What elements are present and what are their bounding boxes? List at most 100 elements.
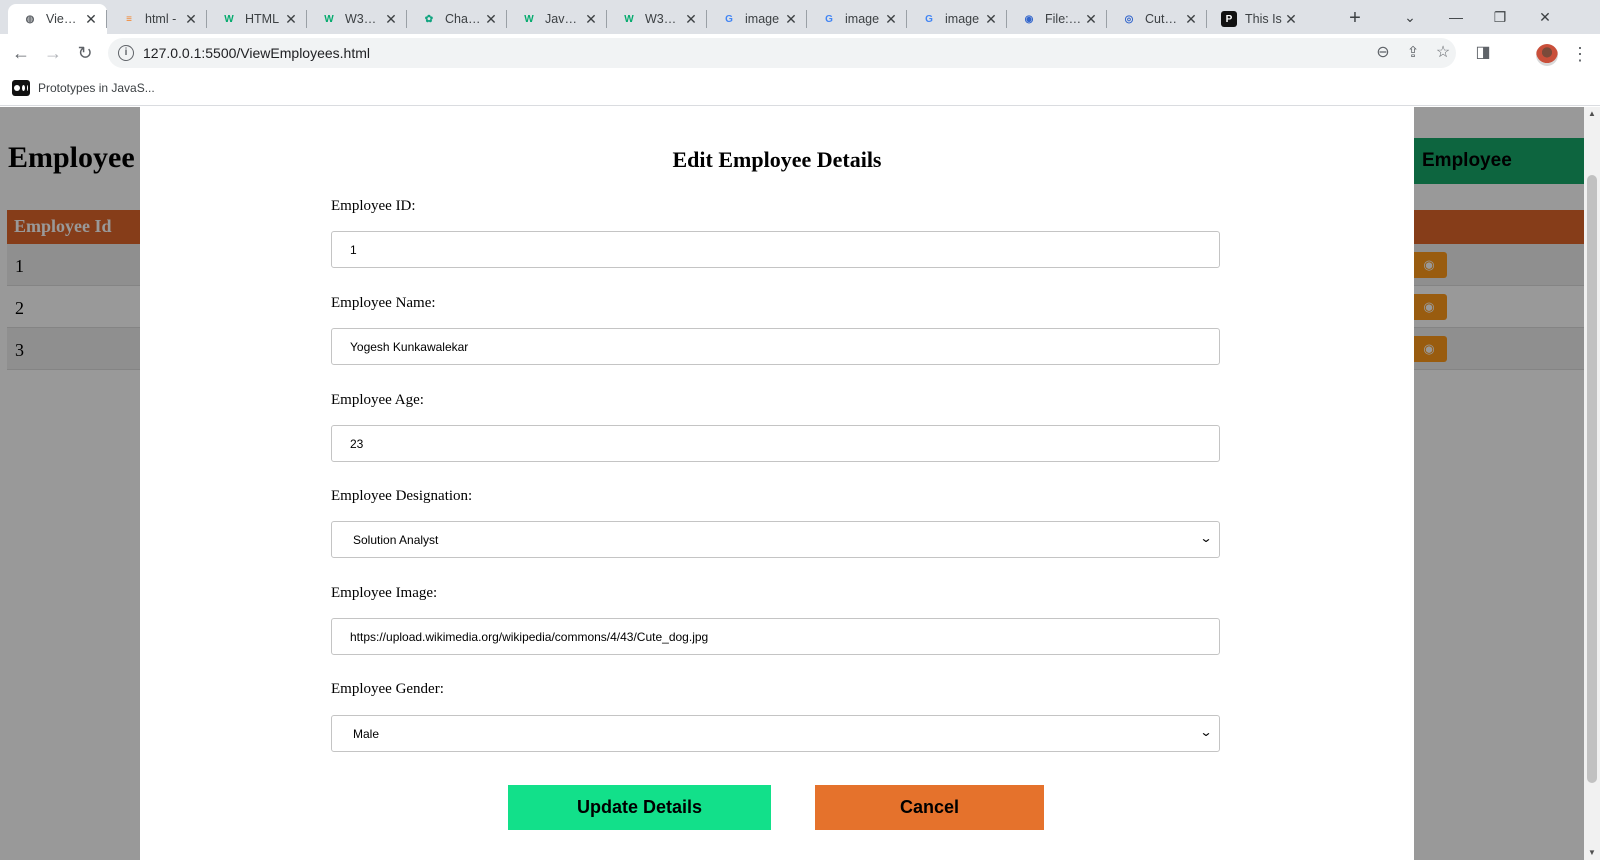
page-viewport: Employee I Employee Employee Id 1 ◉ 2 ◉ …: [0, 107, 1584, 860]
page-scrollbar[interactable]: ▲ ▼: [1584, 107, 1600, 860]
close-tab-icon[interactable]: ✕: [383, 11, 399, 28]
scrollbar-thumb[interactable]: [1587, 175, 1597, 783]
tab-title: HTML: [245, 12, 280, 26]
modal-title: Edit Employee Details: [672, 147, 882, 172]
site-icon: P: [1221, 11, 1237, 27]
scroll-up-arrow-icon[interactable]: ▲: [1584, 107, 1600, 121]
profile-avatar[interactable]: [1536, 44, 1558, 66]
tab-separator: [506, 10, 507, 28]
close-tab-icon[interactable]: ✕: [783, 11, 799, 28]
update-details-button[interactable]: Update Details: [508, 785, 771, 830]
browser-tab[interactable]: W W3Sch ✕: [607, 4, 707, 34]
employee-age-input[interactable]: [331, 425, 1220, 462]
google-icon: G: [925, 13, 933, 25]
browser-tab[interactable]: ◎ Cute_d ✕: [1107, 4, 1207, 34]
share-icon[interactable]: ⇪: [1400, 40, 1426, 66]
close-tab-icon[interactable]: ✕: [883, 11, 899, 28]
tab-separator: [106, 10, 107, 28]
bookmark-star-icon[interactable]: ☆: [1430, 40, 1456, 66]
address-bar[interactable]: i 127.0.0.1:5500/ViewEmployees.html ⊖ ⇪ …: [108, 38, 1456, 68]
stackoverflow-icon: ≡: [126, 13, 132, 25]
bookmark-item[interactable]: Prototypes in JavaS...: [12, 80, 155, 96]
employee-gender-label: Employee Gender:: [331, 681, 444, 697]
wikipedia-icon: ◎: [1124, 13, 1134, 25]
forward-arrow-icon[interactable]: →: [40, 40, 66, 66]
browser-tab[interactable]: ✿ ChatGF✕: [407, 4, 507, 34]
tab-search-chevron-down-icon[interactable]: ⌄: [1390, 4, 1430, 30]
url-text[interactable]: 127.0.0.1:5500/ViewEmployees.html: [143, 45, 370, 61]
employee-id-input[interactable]: [331, 231, 1220, 268]
browser-tab[interactable]: ◍ View D ✕: [8, 4, 107, 34]
edit-employee-modal: Edit Employee Details Employee ID: Emplo…: [140, 107, 1414, 860]
tab-title: Cute_d: [1145, 12, 1183, 26]
browser-tab[interactable]: W HTML ✕: [207, 4, 307, 34]
google-icon: G: [825, 13, 833, 25]
employee-designation-label: Employee Designation:: [331, 488, 473, 504]
browser-tab[interactable]: W JavaScr✕: [507, 4, 607, 34]
site-info-icon[interactable]: i: [118, 45, 134, 61]
close-tab-icon[interactable]: ✕: [1283, 11, 1299, 28]
close-tab-icon[interactable]: ✕: [683, 11, 699, 28]
tab-title: JavaScr: [545, 12, 583, 26]
new-tab-button[interactable]: +: [1342, 6, 1368, 32]
browser-menu-icon[interactable]: ⋮: [1570, 40, 1590, 68]
minimize-window-button[interactable]: —: [1436, 4, 1476, 30]
employee-designation-select[interactable]: Solution Analyst ⌄: [331, 521, 1220, 558]
medium-icon: [12, 80, 30, 96]
chevron-down-icon: ⌄: [1199, 725, 1213, 739]
back-arrow-icon[interactable]: ←: [8, 40, 34, 66]
tab-title: View D: [46, 12, 83, 26]
chatgpt-icon: ✿: [424, 13, 434, 25]
employee-id-label: Employee ID:: [331, 198, 416, 214]
browser-tab[interactable]: ≡ html - ✕: [107, 4, 207, 34]
google-icon: G: [725, 13, 733, 25]
browser-tab[interactable]: Gimage ✕: [707, 4, 807, 34]
tab-title: html -: [145, 12, 177, 26]
close-tab-icon[interactable]: ✕: [483, 11, 499, 28]
tab-title: image: [945, 12, 980, 26]
employee-image-input[interactable]: [331, 618, 1220, 655]
browser-tab[interactable]: Gimage ✕: [807, 4, 907, 34]
close-tab-icon[interactable]: ✕: [1083, 11, 1099, 28]
employee-gender-select[interactable]: Male ⌄: [331, 715, 1220, 752]
scroll-down-arrow-icon[interactable]: ▼: [1584, 846, 1600, 860]
close-tab-icon[interactable]: ✕: [983, 11, 999, 28]
gender-selected-value: Male: [353, 727, 380, 741]
tab-title: ChatGF: [445, 12, 483, 26]
tab-title: File:Cut: [1045, 12, 1083, 26]
browser-tab[interactable]: Gimage ✕: [907, 4, 1007, 34]
employee-name-label: Employee Name:: [331, 295, 436, 311]
w3schools-icon: W: [324, 13, 334, 25]
tab-separator: [206, 10, 207, 28]
tab-title: W3Sch: [345, 12, 383, 26]
close-tab-icon[interactable]: ✕: [183, 11, 199, 28]
browser-tab-strip: ◍View D✕≡html -✕WHTML✕WW3Sch✕✿ChatGF✕WJa…: [0, 0, 1600, 34]
w3schools-icon: W: [624, 13, 634, 25]
browser-tab[interactable]: P This Is ✕: [1207, 4, 1307, 34]
tab-separator: [306, 10, 307, 28]
tab-separator: [606, 10, 607, 28]
tab-separator: [806, 10, 807, 28]
close-tab-icon[interactable]: ✕: [83, 11, 99, 28]
tab-title: This Is: [1245, 12, 1282, 26]
tab-separator: [1206, 10, 1207, 28]
side-panel-icon[interactable]: ◨: [1470, 40, 1496, 66]
zoom-icon[interactable]: ⊖: [1370, 40, 1396, 66]
tab-separator: [706, 10, 707, 28]
browser-tab[interactable]: W W3Sch ✕: [307, 4, 407, 34]
reload-icon[interactable]: ↻: [72, 40, 98, 66]
w3schools-icon: W: [524, 13, 534, 25]
close-window-button[interactable]: ✕: [1525, 4, 1565, 30]
employee-name-input[interactable]: [331, 328, 1220, 365]
chevron-down-icon: ⌄: [1199, 531, 1213, 545]
cancel-button[interactable]: Cancel: [815, 785, 1044, 830]
close-tab-icon[interactable]: ✕: [1183, 11, 1199, 28]
designation-selected-value: Solution Analyst: [353, 533, 439, 547]
close-tab-icon[interactable]: ✕: [283, 11, 299, 28]
tab-separator: [1006, 10, 1007, 28]
browser-tab[interactable]: ◉ File:Cut✕: [1007, 4, 1107, 34]
close-tab-icon[interactable]: ✕: [583, 11, 599, 28]
w3schools-icon: W: [224, 13, 234, 25]
restore-window-button[interactable]: ❐: [1480, 4, 1520, 30]
globe-icon: ◍: [25, 13, 35, 25]
